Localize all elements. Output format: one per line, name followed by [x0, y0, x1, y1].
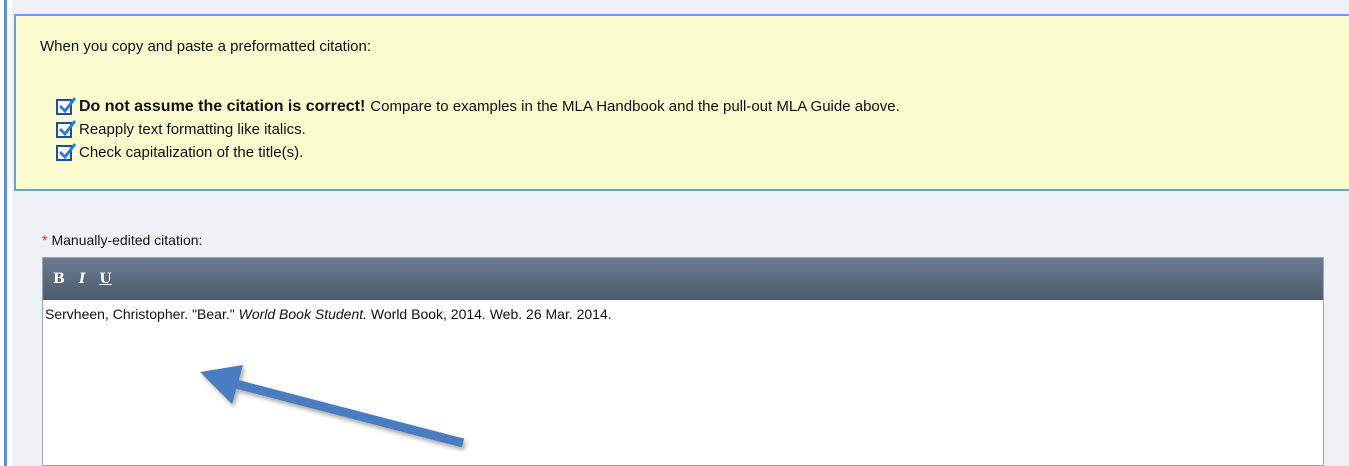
field-label-text: Manually-edited citation:	[51, 232, 203, 248]
citation-text-part: World Book, 2014. Web. 26 Mar. 2014.	[370, 306, 612, 322]
notice-intro-text: When you copy and paste a preformatted c…	[40, 38, 372, 55]
required-marker: *	[42, 232, 48, 248]
checklist-item: Do not assume the citation is correct! C…	[56, 95, 900, 118]
checklist-item: Reapply text formatting like italics.	[56, 118, 900, 141]
underline-button[interactable]: U	[99, 272, 111, 286]
citation-field-label: * Manually-edited citation:	[42, 232, 202, 248]
checklist-item-text: Compare to examples in the MLA Handbook …	[370, 98, 900, 115]
left-accent-rule	[0, 0, 7, 466]
citation-editor[interactable]: B I U Servheen, Christopher. "Bear." Wor…	[42, 257, 1324, 466]
checklist-item-text: Check capitalization of the title(s).	[79, 144, 304, 161]
checklist-item-emphasis: Do not assume the citation is correct!	[79, 97, 366, 115]
checkbox-checked-icon	[56, 142, 77, 161]
checkbox-checked-icon	[56, 96, 77, 115]
editor-toolbar: B I U	[43, 258, 1323, 300]
checkbox-checked-icon	[56, 119, 77, 138]
italic-button[interactable]: I	[79, 272, 86, 286]
checklist-item: Check capitalization of the title(s).	[56, 141, 900, 164]
citation-notice-box: When you copy and paste a preformatted c…	[14, 14, 1349, 191]
citation-text-area[interactable]: Servheen, Christopher. "Bear." World Boo…	[43, 300, 1323, 328]
checklist-item-text: Reapply text formatting like italics.	[79, 121, 306, 138]
citation-text-part: Servheen, Christopher. "Bear."	[45, 306, 235, 322]
bold-button[interactable]: B	[53, 272, 65, 286]
citation-italic-title: World Book Student.	[238, 306, 368, 322]
checklist: Do not assume the citation is correct! C…	[56, 95, 900, 164]
